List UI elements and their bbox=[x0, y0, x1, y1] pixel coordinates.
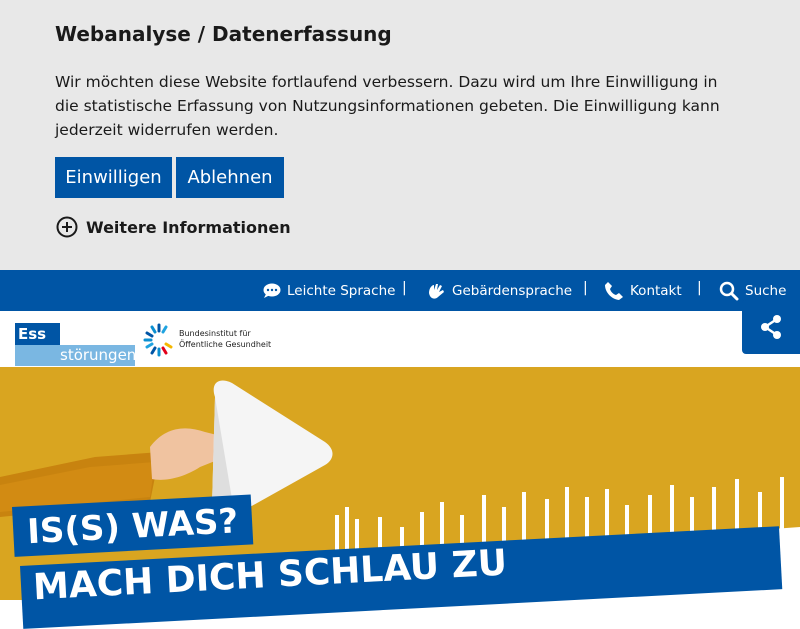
consent-text: Wir möchten diese Website fortlaufend ve… bbox=[55, 73, 720, 139]
nav-label: Suche bbox=[745, 282, 787, 299]
logo-stoerungen-box: störungen bbox=[15, 345, 137, 366]
bioeg-emblem-icon bbox=[143, 323, 173, 357]
logo-ess-text: Ess bbox=[15, 323, 60, 345]
bioeg-line2: Öffentliche Gesundheit bbox=[179, 340, 272, 349]
logo-stoerungen-text: störungen bbox=[60, 346, 137, 364]
bioeg-line1: Bundesinstitut für bbox=[179, 329, 251, 338]
phone-icon bbox=[605, 281, 623, 300]
consent-title: Webanalyse / Datenerfassung bbox=[55, 22, 392, 46]
speech-bubble-icon bbox=[263, 283, 281, 298]
nav-kontakt[interactable]: Kontakt bbox=[604, 270, 682, 311]
site-header: Ess störungen Bundesinstitut für Öffentl… bbox=[0, 311, 800, 367]
nav-label: Kontakt bbox=[630, 282, 682, 299]
more-info-toggle[interactable]: Weitere Informationen bbox=[56, 216, 291, 238]
top-navigation: Leichte Sprache | Gebärdensprache | Kont… bbox=[0, 270, 800, 311]
nav-gebaerdensprache[interactable]: Gebärdensprache bbox=[426, 270, 572, 311]
accept-button[interactable]: Einwilligen bbox=[55, 157, 172, 198]
bioeg-text: Bundesinstitut für Öffentliche Gesundhei… bbox=[179, 328, 271, 350]
consent-banner: Webanalyse / Datenerfassung Wir möchten … bbox=[0, 0, 800, 270]
decline-button[interactable]: Ablehnen bbox=[176, 157, 284, 198]
nav-label: Leichte Sprache bbox=[287, 282, 396, 299]
nav-separator: | bbox=[583, 280, 588, 296]
plus-circle-icon bbox=[56, 216, 78, 238]
bioeg-logo[interactable]: Bundesinstitut für Öffentliche Gesundhei… bbox=[143, 319, 283, 363]
nav-label: Gebärdensprache bbox=[452, 282, 573, 299]
sign-language-icon bbox=[429, 283, 444, 299]
nav-separator: | bbox=[402, 280, 407, 296]
nav-leichte-sprache[interactable]: Leichte Sprache bbox=[263, 270, 395, 311]
search-icon bbox=[719, 281, 739, 300]
more-info-label: Weitere Informationen bbox=[86, 217, 291, 237]
share-icon bbox=[761, 315, 781, 339]
nav-separator: | bbox=[697, 280, 702, 296]
share-button[interactable] bbox=[742, 300, 800, 354]
